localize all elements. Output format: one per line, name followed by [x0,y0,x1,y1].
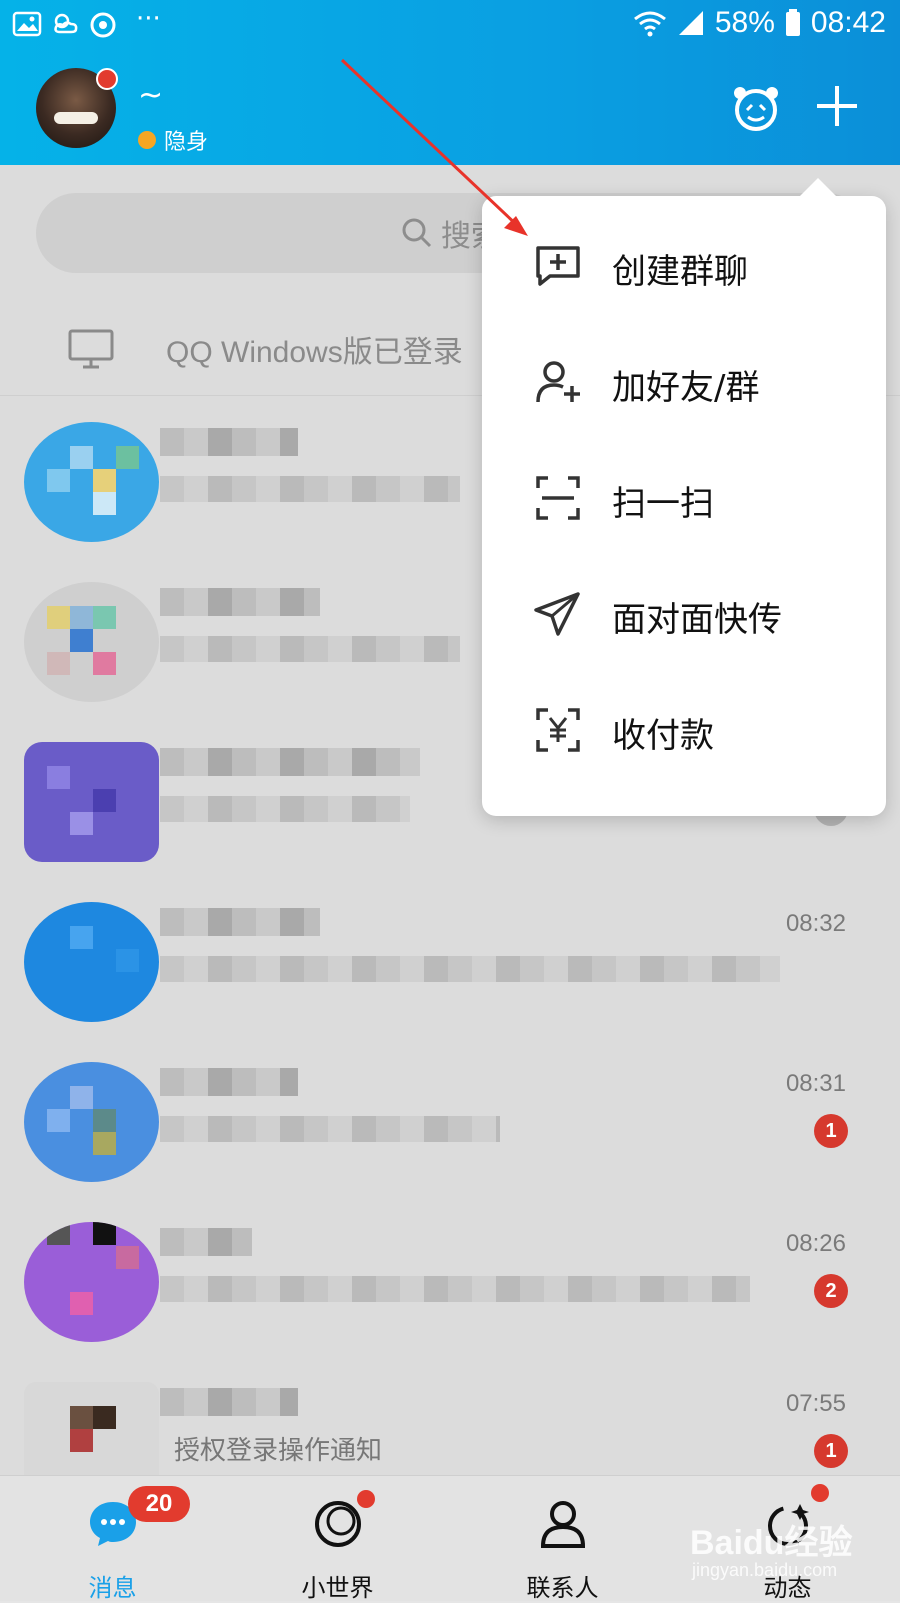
contact-name-blurred [160,1228,252,1256]
plus-popup-menu: 创建群聊 加好友/群 扫一扫 面对面快传 收付款 [482,178,886,816]
tab-contacts[interactable]: 联系人 [450,1476,675,1602]
message-preview-blurred [160,636,460,662]
avatar [24,902,159,1022]
paper-plane-icon [534,592,580,636]
avatar [24,1222,159,1342]
search-icon [402,218,432,248]
unread-badge: 1 [814,1114,848,1148]
status-dot-icon [138,131,156,149]
avatar [24,582,159,702]
feed-dot [811,1484,829,1502]
menu-item-add-friend[interactable]: 加好友/群 [482,324,886,440]
message-preview-blurred [160,1116,500,1142]
clock: 08:42 [810,6,886,39]
chat-add-icon [536,246,580,286]
battery-icon [785,9,800,36]
status-bar: ··· 58% 08:42 [0,0,900,52]
menu-item-face-transfer[interactable]: 面对面快传 [482,556,886,672]
tab-messages[interactable]: 20 消息 [0,1476,225,1602]
menu-item-label: 创建群聊 [612,252,748,292]
online-status-label: 隐身 [164,130,209,155]
signal-icon [678,11,703,35]
contact-name-blurred [160,1388,298,1416]
pc-login-text: QQ Windows版已登录 [166,336,463,369]
weather-icon [54,13,78,34]
tab-small-world[interactable]: 小世界 [225,1476,450,1602]
message-preview-blurred [160,956,780,982]
menu-item-label: 收付款 [612,716,714,756]
contact-name-blurred [160,428,298,456]
scan-icon [536,476,580,520]
tab-label: 消息 [88,1574,137,1602]
small-world-dot [357,1490,375,1508]
conversation-row[interactable]: 08:26 2 [0,1210,900,1370]
message-time: 08:31 [785,1070,846,1097]
message-preview-blurred [160,1276,750,1302]
menu-item-payment[interactable]: 收付款 [482,672,886,788]
message-preview-blurred [160,476,460,502]
menu-item-scan[interactable]: 扫一扫 [482,440,886,556]
sync-icon [90,12,116,38]
tab-label: 联系人 [526,1574,599,1602]
menu-item-create-group[interactable]: 创建群聊 [482,208,886,324]
menu-item-label: 扫一扫 [612,484,714,524]
avatar-smile [54,112,98,124]
menu-caret [798,178,838,198]
message-preview-blurred [160,796,410,822]
message-time: 08:26 [785,1230,846,1257]
message-time: 08:32 [785,910,846,937]
contact-name-blurred [160,1068,298,1096]
add-person-icon [536,361,580,403]
status-right: 58% 08:42 [633,6,886,40]
contact-name-blurred [160,588,320,616]
conversation-row[interactable]: 08:32 [0,890,900,1050]
battery-level: 58% [714,6,775,39]
message-preview: 授权登录操作通知 [174,1436,383,1466]
nickname: ~ [138,78,164,113]
watermark-url: jingyan.baidu.com [692,1560,838,1580]
world-ring-icon [315,1501,361,1547]
online-status[interactable]: 隐身 [138,124,208,156]
plus-icon[interactable] [815,84,859,128]
yuan-scan-icon [536,708,580,752]
menu-item-label: 加好友/群 [612,368,760,408]
mascot-icon[interactable] [730,84,782,132]
gallery-icon [12,11,42,37]
menu-item-label: 面对面快传 [612,600,782,640]
avatar [24,422,159,542]
wifi-icon [633,11,666,37]
messages-unread-badge: 20 [128,1486,190,1522]
more-notifications-icon: ··· [136,4,161,34]
unread-badge: 2 [814,1274,848,1308]
top-header: ··· 58% 08:42 ~ 隐身 [0,0,900,165]
avatar-notification-dot [96,68,118,90]
message-time: 07:55 [785,1390,846,1417]
contact-name-blurred [160,908,320,936]
watermark-logo: Baidu经验 [690,1524,853,1562]
avatar [24,742,159,862]
person-icon [540,1501,586,1548]
contact-name-blurred [160,748,420,776]
unread-badge: 1 [814,1434,848,1468]
monitor-icon [68,329,114,369]
conversation-row[interactable]: 08:31 1 [0,1050,900,1210]
tab-label: 小世界 [301,1574,374,1602]
avatar [24,1062,159,1182]
